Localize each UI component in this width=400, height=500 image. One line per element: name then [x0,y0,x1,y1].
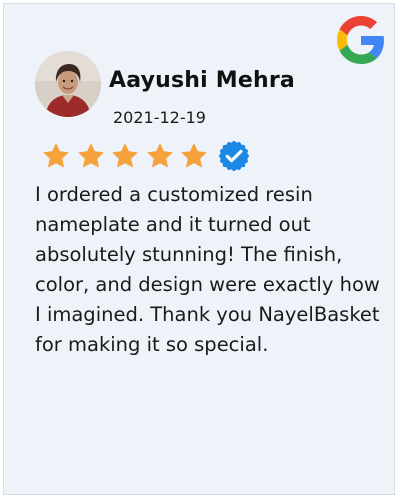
review-card: Aayushi Mehra 2021-12-19 I ordered a cus… [3,3,395,495]
review-date: 2021-12-19 [113,108,206,127]
star-icon [43,143,69,168]
google-logo-icon [337,16,384,64]
star-icon [146,143,173,168]
avatar-photo [35,51,101,117]
star-icon [112,143,138,168]
verified-badge-icon [218,140,249,172]
star-icon [181,143,207,168]
star-icon [77,143,104,168]
review-text: I ordered a customized resin nameplate a… [35,183,380,356]
star-rating [41,140,250,172]
reviewer-name: Aayushi Mehra [109,68,295,93]
reviewer-avatar [35,51,101,117]
